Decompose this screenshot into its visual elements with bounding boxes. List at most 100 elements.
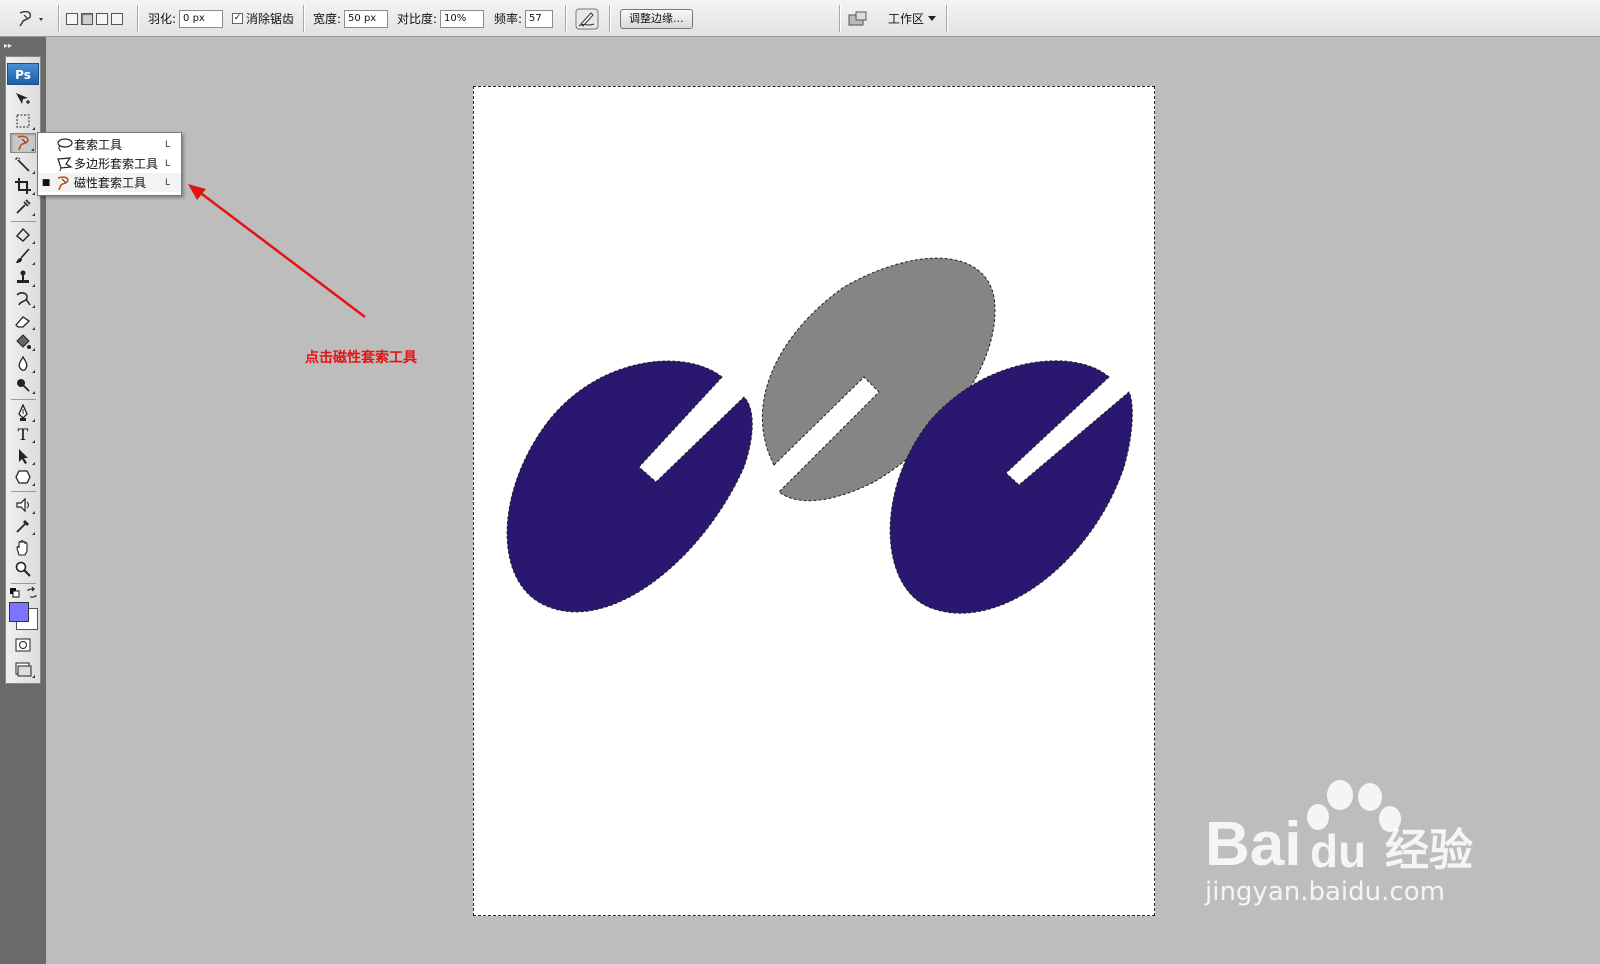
pen-pressure-icon: [575, 8, 599, 29]
watermark-suffix: 经验: [1385, 825, 1473, 876]
contrast-input[interactable]: 10%: [440, 9, 485, 28]
feather-input[interactable]: 0 px: [179, 9, 224, 28]
watermark-brand-du: du: [1310, 825, 1366, 877]
type-tool[interactable]: T: [10, 424, 36, 444]
history-brush-tool[interactable]: [10, 289, 36, 309]
flyout-item-magnetic-lasso[interactable]: ■ 磁性套索工具 L: [38, 173, 181, 192]
intersect-selection-icon[interactable]: [111, 12, 123, 25]
feather-group: 羽化: 0 px: [148, 0, 224, 37]
flyout-item-label: 磁性套索工具: [74, 176, 147, 190]
dodge-tool[interactable]: [10, 375, 36, 395]
tablet-pressure-button[interactable]: [575, 0, 599, 37]
panel-collapse-icon[interactable]: ▸▸: [4, 41, 12, 50]
flyout-item-shortcut: L: [165, 158, 171, 169]
contrast-label: 对比度:: [397, 12, 438, 26]
bridge-icon: [848, 11, 867, 25]
bridge-button[interactable]: [847, 0, 869, 37]
polygonal-lasso-icon: [57, 156, 73, 171]
annotation-text: 点击磁性套索工具: [305, 350, 417, 366]
lasso-tool[interactable]: [10, 133, 36, 153]
frequency-label: 频率:: [494, 12, 523, 26]
frequency-input[interactable]: 57: [525, 9, 554, 28]
subtract-selection-icon[interactable]: [96, 12, 108, 25]
refine-edge-group: 调整边缘...: [620, 0, 693, 37]
lasso-tools-flyout: 套索工具 L 多边形套索工具 L ■ 磁性套索工具 L: [37, 132, 182, 196]
polygon-shape-icon: [15, 470, 31, 484]
healing-brush-tool[interactable]: [10, 225, 36, 245]
eyedropper-icon: [16, 199, 31, 214]
blur-tool[interactable]: [10, 354, 36, 374]
pen-icon: [18, 404, 28, 421]
canvas-artwork: [506, 257, 1133, 614]
options-bar: 羽化: 0 px ✓ 消除锯齿 宽度: 50 px 对比度: 10% 频率: 5…: [0, 0, 1600, 37]
workspace-label: 工作区: [888, 12, 925, 26]
foreground-color-swatch[interactable]: [9, 602, 29, 622]
magnetic-lasso-icon: [19, 10, 43, 26]
antialias-checkbox[interactable]: ✓: [232, 13, 243, 24]
magnifier-icon: [15, 561, 31, 577]
path-selection-icon: [19, 449, 28, 464]
magic-wand-icon: [15, 157, 30, 172]
blur-drop-icon: [18, 355, 28, 371]
paint-bucket-icon: [16, 334, 31, 349]
dodge-icon: [17, 379, 30, 392]
eyedropper-tool[interactable]: [10, 516, 36, 536]
antialias-group: ✓ 消除锯齿: [232, 0, 294, 37]
width-input[interactable]: 50 px: [344, 9, 389, 28]
crop-icon: [15, 178, 31, 194]
new-selection-icon[interactable]: [66, 12, 78, 25]
feather-label: 羽化:: [148, 12, 177, 26]
default-colors-icon[interactable]: [9, 587, 21, 602]
frequency-group: 频率: 57: [494, 0, 554, 37]
3d-rotate-tool[interactable]: [10, 495, 36, 515]
path-selection-tool[interactable]: [10, 446, 36, 466]
watermark-brand: Bai: [1205, 810, 1301, 879]
stamp-icon: [17, 270, 29, 283]
workspace-menu[interactable]: 工作区: [888, 0, 937, 37]
quick-mask-icon: [15, 638, 31, 652]
width-label: 宽度:: [313, 12, 342, 26]
flyout-item-lasso[interactable]: 套索工具 L: [38, 135, 181, 154]
hand-icon: [16, 539, 28, 556]
magic-wand-tool[interactable]: [10, 155, 36, 175]
move-tool[interactable]: [10, 90, 36, 110]
add-selection-icon[interactable]: [81, 12, 93, 25]
swap-colors-icon[interactable]: [26, 586, 38, 602]
ps-logo[interactable]: Ps: [7, 63, 39, 85]
brush-icon: [16, 248, 30, 263]
hand-tool[interactable]: [10, 538, 36, 558]
eraser-tool[interactable]: [10, 311, 36, 331]
marquee-tool[interactable]: [10, 111, 36, 131]
quick-mask-button[interactable]: [10, 635, 36, 655]
contrast-group: 对比度: 10%: [397, 0, 485, 37]
zoom-tool[interactable]: [10, 559, 36, 579]
refine-edge-button[interactable]: 调整边缘...: [620, 8, 693, 29]
tool-preset-picker[interactable]: [14, 0, 44, 37]
width-group: 宽度: 50 px: [313, 0, 389, 37]
shape-tool[interactable]: [10, 467, 36, 487]
screen-mode-button[interactable]: [10, 659, 36, 679]
brush-tool[interactable]: [10, 246, 36, 266]
magnetic-lasso-tool-icon: [17, 135, 29, 151]
clone-stamp-tool[interactable]: [10, 268, 36, 288]
move-icon: [16, 93, 30, 104]
flyout-selected-bullet: ■: [41, 177, 51, 188]
marquee-icon: [16, 114, 30, 128]
crop-tool[interactable]: [10, 176, 36, 196]
watermark-url: jingyan.baidu.com: [1205, 877, 1445, 907]
antialias-label: 消除锯齿: [246, 12, 295, 26]
lasso-icon: [57, 137, 73, 151]
left-dark-ellipse: [506, 360, 753, 613]
flyout-item-shortcut: L: [165, 177, 171, 188]
paint-bucket-tool[interactable]: [10, 332, 36, 352]
history-brush-icon: [16, 292, 31, 306]
magnetic-lasso-icon: [57, 175, 69, 190]
document-canvas[interactable]: [473, 86, 1155, 916]
toolbox: Ps T: [5, 56, 41, 684]
dropdown-arrow-icon: [928, 15, 937, 21]
pen-tool[interactable]: [10, 403, 36, 423]
flyout-item-polygonal-lasso[interactable]: 多边形套索工具 L: [38, 154, 181, 173]
slice-tool[interactable]: [10, 197, 36, 217]
screen-mode-icon: [15, 662, 32, 677]
type-icon: T: [17, 424, 29, 444]
